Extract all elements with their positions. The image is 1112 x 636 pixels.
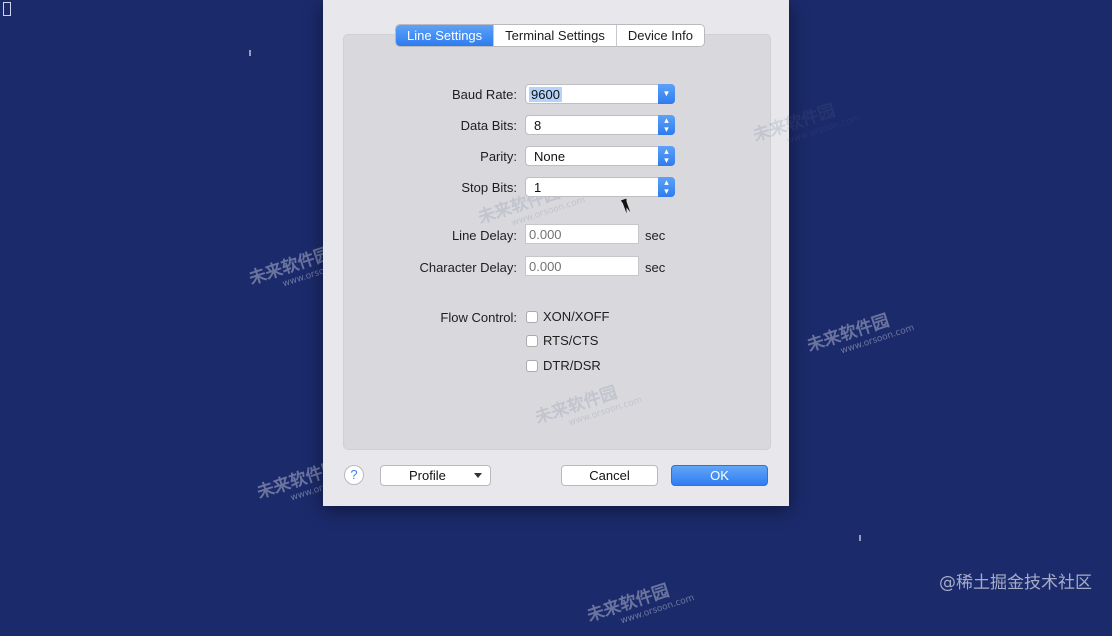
baud-rate-label: Baud Rate: [451,87,517,102]
line-delay-input[interactable] [526,225,638,243]
dtr-dsr-checkbox[interactable]: DTR/DSR [526,358,601,373]
tab-device-info[interactable]: Device Info [616,25,704,46]
chevron-updown-icon: ▴ ▾ [658,115,675,135]
desktop-mark [249,50,251,56]
line-delay-unit: sec [645,228,666,243]
checkbox-box [526,334,538,347]
dtr-dsr-label: DTR/DSR [543,358,601,373]
checkbox-box [526,359,538,372]
desktop-glyph [3,2,11,16]
line-delay-label: Line Delay: [451,228,517,243]
xon-xoff-checkbox[interactable]: XON/XOFF [526,309,609,324]
desktop-mark [859,535,861,541]
baud-rate-value: 9600 [529,87,562,102]
character-delay-field[interactable] [525,256,639,276]
parity-value: None [534,149,566,164]
caret-down-icon [474,473,482,478]
character-delay-input[interactable] [526,257,638,275]
data-bits-popup[interactable]: 8 ▴ ▾ [525,115,675,135]
character-delay-unit: sec [645,260,666,275]
watermark-logo: 未来软件园www.orsoon.com [584,580,696,627]
chevron-down-icon: ▼ [658,84,675,104]
corner-watermark: @稀土掘金技术社区 [939,573,1092,593]
stop-bits-label: Stop Bits: [461,180,517,195]
stop-bits-popup[interactable]: 1 ▴ ▾ [525,177,675,197]
tab-bar: Line Settings Terminal Settings Device I… [395,24,705,47]
help-button[interactable]: ? [344,465,364,485]
rts-cts-checkbox[interactable]: RTS/CTS [526,333,598,348]
cancel-button[interactable]: Cancel [561,465,658,486]
line-delay-field[interactable] [525,224,639,244]
baud-rate-popup[interactable]: 9600 ▼ [525,84,675,104]
rts-cts-label: RTS/CTS [543,333,599,348]
ok-button[interactable]: OK [671,465,768,486]
tab-terminal-settings[interactable]: Terminal Settings [494,25,617,46]
flow-control-label: Flow Control: [440,310,517,325]
profile-button[interactable]: Profile [380,465,491,486]
parity-label: Parity: [480,149,517,164]
xon-xoff-label: XON/XOFF [543,309,610,324]
line-settings-dialog: 未来软件园 www.orsoon.com 未来软件园 www.orsoon.com … [323,0,862,506]
parity-popup[interactable]: None ▴ ▾ [525,146,675,166]
profile-label: Profile [409,468,446,483]
stop-bits-value: 1 [534,180,542,195]
watermark-logo: 未来软件园www.orsoon.com [750,100,862,147]
data-bits-value: 8 [534,118,542,133]
checkbox-box [526,310,538,323]
watermark-logo: 未来软件园www.orsoon.com [532,382,644,429]
watermark-logo: 未来软件园www.orsoon.com [804,310,916,357]
tab-line-settings[interactable]: Line Settings [396,25,495,46]
character-delay-label: Character Delay: [419,260,517,275]
chevron-updown-icon: ▴ ▾ [658,146,675,166]
chevron-updown-icon: ▴ ▾ [658,177,675,197]
data-bits-label: Data Bits: [460,118,517,133]
